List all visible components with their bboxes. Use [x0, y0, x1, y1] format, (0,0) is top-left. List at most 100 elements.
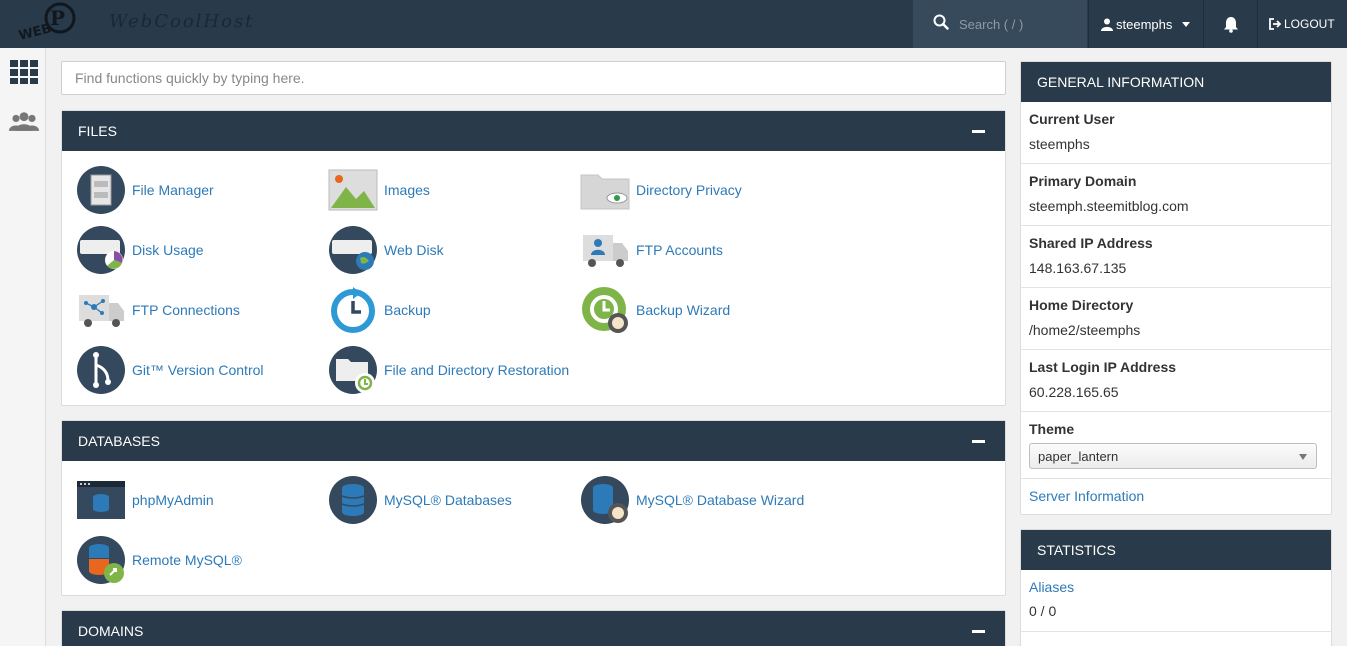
item-label: MySQL® Databases: [384, 492, 512, 508]
item-label: Directory Privacy: [636, 182, 742, 198]
aliases-value: 0 / 0: [1029, 603, 1057, 619]
web-disk-icon: [329, 226, 377, 274]
remote-mysql-link[interactable]: Remote MySQL®: [76, 535, 242, 585]
info-value: 60.228.165.65: [1029, 384, 1119, 400]
info-value: 148.163.67.135: [1029, 260, 1127, 276]
git-version-control-link[interactable]: Git™ Version Control: [76, 345, 264, 395]
collapse-icon[interactable]: [972, 439, 985, 443]
file-restoration-icon: [329, 346, 377, 394]
directory-privacy-link[interactable]: Directory Privacy: [580, 165, 742, 215]
backup-wizard-link[interactable]: Backup Wizard: [580, 285, 730, 335]
username-label: steemphs: [1116, 16, 1173, 32]
info-row-primary-domain: Primary Domain steemph.steemitblog.com: [1021, 164, 1331, 226]
collapse-icon[interactable]: [972, 629, 985, 633]
search-input[interactable]: [959, 14, 1079, 34]
notifications-button[interactable]: [1203, 0, 1258, 48]
file-manager-link[interactable]: File Manager: [76, 165, 214, 215]
item-label: MySQL® Database Wizard: [636, 492, 805, 508]
images-link[interactable]: Images: [328, 165, 430, 215]
item-label: Web Disk: [384, 242, 444, 258]
item-label: Remote MySQL®: [132, 552, 242, 568]
item-label: Disk Usage: [132, 242, 204, 258]
info-row-shared-ip: Shared IP Address 148.163.67.135: [1021, 226, 1331, 288]
sidebar-home-button[interactable]: [8, 58, 40, 86]
item-label: Backup: [384, 302, 431, 318]
directory-privacy-icon: [580, 174, 630, 210]
svg-text:P: P: [50, 6, 65, 30]
item-label: Images: [384, 182, 430, 198]
databases-panel-header[interactable]: DATABASES: [62, 421, 1005, 461]
item-label: FTP Accounts: [636, 242, 723, 258]
ftp-connections-link[interactable]: FTP Connections: [76, 285, 240, 335]
remote-mysql-icon: [77, 536, 125, 584]
ftp-connections-icon: [79, 295, 124, 327]
grid-icon: [10, 60, 38, 84]
general-information-panel: GENERAL INFORMATION Current User steemph…: [1020, 61, 1332, 515]
server-info-row: Server Information: [1021, 479, 1331, 515]
files-panel-title: FILES: [78, 123, 117, 139]
git-icon: [77, 346, 125, 394]
backup-icon: [331, 287, 375, 333]
theme-select-value: paper_lantern: [1038, 448, 1119, 464]
main-content: [61, 61, 1006, 95]
info-label: Shared IP Address: [1029, 235, 1153, 251]
item-label: FTP Connections: [132, 302, 240, 318]
theme-select[interactable]: paper_lantern: [1029, 443, 1317, 469]
domains-panel: DOMAINS: [61, 610, 1006, 646]
sidebar-users-button[interactable]: [8, 108, 40, 136]
info-row-last-login-ip: Last Login IP Address 60.228.165.65: [1021, 350, 1331, 412]
item-label: phpMyAdmin: [132, 492, 214, 508]
info-value: steemph.steemitblog.com: [1029, 198, 1189, 214]
mysql-databases-link[interactable]: MySQL® Databases: [328, 475, 512, 525]
info-label: Home Directory: [1029, 297, 1134, 313]
statistics-title: STATISTICS: [1021, 530, 1331, 570]
files-panel: FILES File Manager Images Directory Priv…: [61, 110, 1006, 406]
logout-button[interactable]: LOGOUT: [1259, 0, 1347, 48]
info-row-home-directory: Home Directory /home2/steemphs: [1021, 288, 1331, 350]
item-label: Git™ Version Control: [132, 362, 264, 378]
logo-text: WebCoolHost: [109, 11, 255, 32]
disk-usage-icon: [77, 226, 125, 274]
backup-link[interactable]: Backup: [328, 285, 431, 335]
domains-panel-title: DOMAINS: [78, 623, 144, 639]
info-label: Last Login IP Address: [1029, 359, 1177, 375]
info-row-current-user: Current User steemphs: [1021, 102, 1331, 164]
mysql-databases-icon: [329, 476, 377, 524]
server-information-link[interactable]: Server Information: [1029, 488, 1144, 504]
info-value: /home2/steemphs: [1029, 322, 1141, 338]
chevron-down-icon: [1299, 454, 1307, 460]
statistics-panel: STATISTICS Aliases 0 / 0: [1020, 529, 1332, 646]
stat-row-aliases: Aliases 0 / 0: [1021, 570, 1331, 632]
web-disk-link[interactable]: Web Disk: [328, 225, 444, 275]
aliases-link[interactable]: Aliases: [1029, 579, 1323, 595]
logout-label: LOGOUT: [1284, 17, 1335, 31]
mysql-wizard-icon: [581, 476, 629, 524]
disk-usage-link[interactable]: Disk Usage: [76, 225, 204, 275]
info-label: Current User: [1029, 111, 1115, 127]
quick-find-input[interactable]: [61, 61, 1006, 95]
collapse-icon[interactable]: [972, 129, 985, 133]
global-search[interactable]: [913, 0, 1087, 48]
chevron-down-icon: [1182, 21, 1191, 27]
user-menu[interactable]: steemphs: [1088, 0, 1202, 48]
ftp-accounts-link[interactable]: FTP Accounts: [580, 225, 723, 275]
info-row-theme: Theme paper_lantern: [1021, 412, 1331, 479]
files-panel-header[interactable]: FILES: [62, 111, 1005, 151]
backup-wizard-icon: [582, 287, 628, 333]
images-icon: [328, 169, 378, 211]
file-manager-icon: [77, 166, 125, 214]
phpmyadmin-link[interactable]: phpMyAdmin: [76, 475, 214, 525]
logout-icon: [1269, 18, 1281, 30]
top-bar: P WEB WebCoolHost steemphs LOGOUT: [0, 0, 1347, 48]
file-directory-restoration-link[interactable]: File and Directory Restoration: [328, 345, 569, 395]
mysql-database-wizard-link[interactable]: MySQL® Database Wizard: [580, 475, 804, 525]
logo[interactable]: P WEB WebCoolHost: [14, 0, 254, 48]
bell-icon: [1223, 16, 1238, 33]
svg-text:WEB: WEB: [17, 21, 53, 44]
domains-panel-header[interactable]: DOMAINS: [62, 611, 1005, 646]
general-information-title: GENERAL INFORMATION: [1021, 62, 1331, 102]
databases-panel-title: DATABASES: [78, 433, 160, 449]
info-value: steemphs: [1029, 136, 1090, 152]
item-label: File and Directory Restoration: [384, 362, 570, 378]
databases-panel: DATABASES phpMyAdmin MySQL® Databases My…: [61, 420, 1006, 596]
